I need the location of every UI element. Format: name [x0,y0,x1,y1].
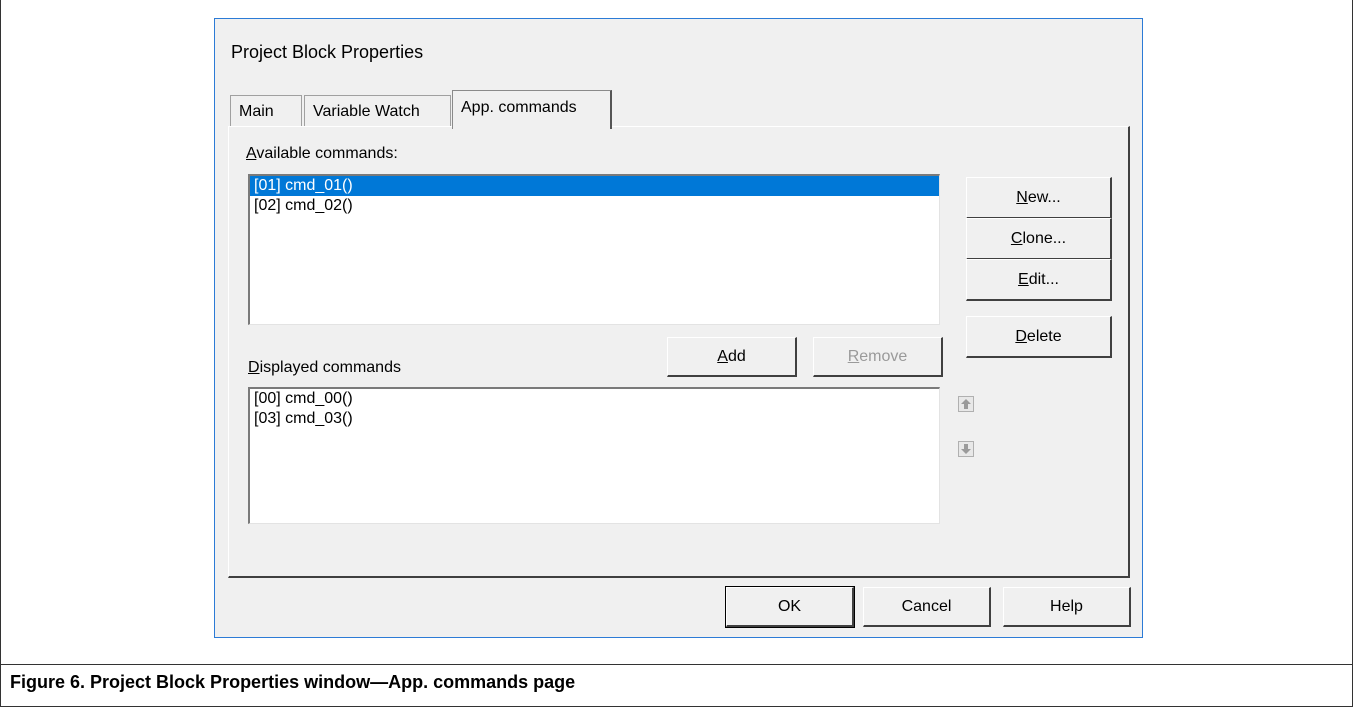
arrow-down-icon [958,441,974,457]
move-up-button[interactable] [956,394,976,414]
tab-app-commands[interactable]: App. commands [452,90,612,129]
displayed-commands-label: Displayed commands [248,359,401,376]
edit-button[interactable]: Edit... [966,259,1112,301]
ok-button[interactable]: OK [725,586,855,628]
available-command-item[interactable]: [02] cmd_02() [250,196,939,216]
displayed-commands-list[interactable]: [00] cmd_00() [03] cmd_03() [248,387,940,524]
clone-button[interactable]: Clone... [966,218,1112,260]
displayed-command-item[interactable]: [03] cmd_03() [250,409,939,429]
new-button[interactable]: New... [966,177,1112,219]
move-down-button[interactable] [956,439,976,459]
app-commands-panel: Available commands: [01] cmd_01() [02] c… [228,126,1130,578]
available-commands-list[interactable]: [01] cmd_01() [02] cmd_02() [248,174,940,325]
tab-variable-watch-label: Variable Watch [313,103,420,120]
tab-main[interactable]: Main [230,95,302,128]
caption-separator [0,664,1353,665]
available-command-item[interactable]: [01] cmd_01() [250,176,939,196]
dialog-title: Project Block Properties [231,42,424,62]
help-button[interactable]: Help [1003,587,1131,627]
arrow-up-icon [958,396,974,412]
tab-variable-watch[interactable]: Variable Watch [304,95,451,128]
tab-main-label: Main [239,103,274,120]
displayed-command-item[interactable]: [00] cmd_00() [250,389,939,409]
cancel-button[interactable]: Cancel [863,587,991,627]
add-button[interactable]: Add [667,337,797,377]
figure-caption: Figure 6. Project Block Properties windo… [10,672,576,692]
tab-app-commands-label: App. commands [461,99,577,116]
project-block-properties-dialog: Project Block Properties Main Variable W… [214,18,1143,638]
available-commands-label: Available commands: [246,145,398,162]
delete-button[interactable]: Delete [966,316,1112,358]
remove-button[interactable]: Remove [813,337,943,377]
